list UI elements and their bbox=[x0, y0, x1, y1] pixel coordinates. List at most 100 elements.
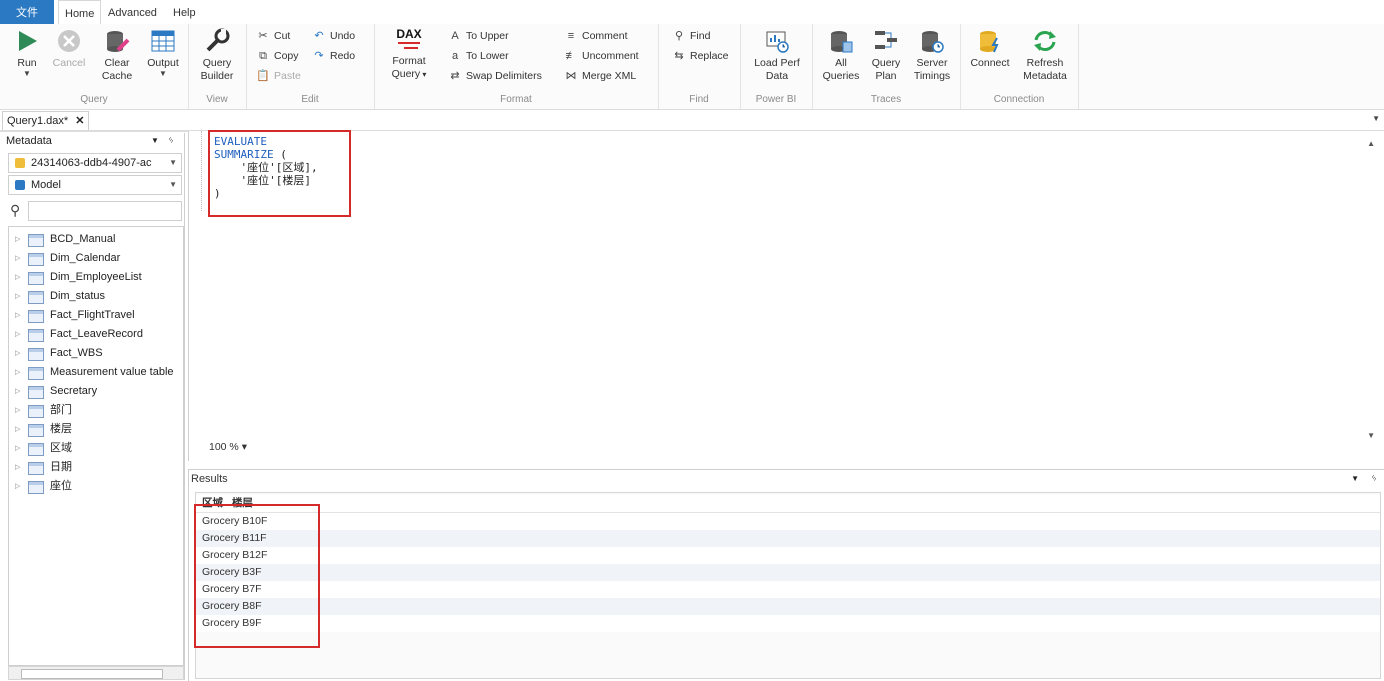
chevron-down-icon: ▼ bbox=[169, 158, 177, 167]
expand-icon[interactable]: ▷ bbox=[15, 363, 20, 382]
expand-icon[interactable]: ▷ bbox=[15, 287, 20, 306]
table-row[interactable]: Grocery B12F bbox=[196, 547, 1380, 564]
output-button[interactable]: Output ▼ bbox=[140, 26, 186, 78]
group-label: Power BI bbox=[755, 94, 797, 105]
server-timings-icon bbox=[919, 28, 945, 54]
scroll-down-icon[interactable]: ▼ bbox=[1367, 431, 1375, 440]
expand-icon[interactable]: ▷ bbox=[15, 306, 20, 325]
zoom-level[interactable]: 100 % ▾ bbox=[209, 441, 247, 453]
tab-home[interactable]: Home bbox=[58, 0, 102, 26]
expand-icon[interactable]: ▷ bbox=[15, 249, 20, 268]
edit-group: ✂ Cut ⧉ Copy 📋 Paste ↶ Undo ↷ Redo Edit bbox=[246, 24, 375, 109]
paste-icon: 📋 bbox=[256, 70, 270, 82]
all-queries-button[interactable]: All Queries bbox=[818, 26, 864, 83]
expand-icon[interactable]: ▷ bbox=[15, 458, 20, 477]
close-icon[interactable]: ✕ bbox=[75, 115, 84, 127]
chevron-down-icon[interactable]: ▼ bbox=[1372, 114, 1380, 123]
query-builder-button[interactable]: Query Builder bbox=[194, 26, 240, 83]
chevron-down-icon: ▼ bbox=[23, 69, 31, 78]
to-lower-button[interactable]: a To Lower bbox=[448, 48, 509, 64]
cut-button[interactable]: ✂ Cut bbox=[256, 28, 290, 44]
search-icon: ⚲ bbox=[674, 30, 684, 42]
database-select[interactable]: 24314063-ddb4-4907-ac ▼ bbox=[8, 153, 182, 173]
metadata-title: Metadata bbox=[6, 135, 52, 147]
table-name: Dim_Calendar bbox=[50, 252, 121, 264]
pin-icon[interactable]: ᛃ bbox=[168, 135, 174, 146]
tab-advanced[interactable]: Advanced bbox=[102, 0, 163, 24]
to-upper-button[interactable]: A To Upper bbox=[448, 28, 508, 44]
query-plan-button[interactable]: Query Plan bbox=[864, 26, 908, 83]
table-row[interactable]: Grocery B8F bbox=[196, 598, 1380, 615]
connect-button[interactable]: Connect bbox=[966, 26, 1014, 70]
replace-icon: ⇆ bbox=[674, 50, 684, 62]
merge-icon: ⋈ bbox=[565, 70, 577, 82]
run-button[interactable]: Run ▼ bbox=[6, 26, 48, 78]
metadata-search-input[interactable] bbox=[28, 201, 182, 221]
uppercase-icon: A bbox=[451, 30, 459, 42]
uncomment-button[interactable]: ≢ Uncomment bbox=[564, 48, 639, 64]
find-group: ⚲ Find ⇆ Replace Find bbox=[658, 24, 741, 109]
view-group: Query Builder View bbox=[188, 24, 247, 109]
connection-group: Connect Refresh Metadata Connection bbox=[960, 24, 1079, 109]
scroll-thumb[interactable] bbox=[21, 669, 163, 679]
cancel-icon bbox=[56, 28, 82, 54]
expand-icon[interactable]: ▷ bbox=[15, 439, 20, 458]
table-row[interactable]: Grocery B9F bbox=[196, 615, 1380, 632]
table-row[interactable]: Grocery B7F bbox=[196, 581, 1380, 598]
server-timings-button[interactable]: Server Timings bbox=[908, 26, 956, 83]
comment-button[interactable]: ≡ Comment bbox=[564, 28, 628, 44]
tab-file[interactable]: 文件 bbox=[0, 0, 54, 24]
traces-group: All Queries Query Plan Server Timings Tr… bbox=[812, 24, 961, 109]
tab-help[interactable]: Help bbox=[167, 0, 202, 24]
table-row[interactable]: Grocery B11F bbox=[196, 530, 1380, 547]
expand-icon[interactable]: ▷ bbox=[15, 344, 20, 363]
clear-cache-button[interactable]: Clear Cache bbox=[94, 26, 140, 83]
undo-button[interactable]: ↶ Undo bbox=[312, 28, 355, 44]
table-icon bbox=[28, 253, 44, 266]
swap-icon: ⇄ bbox=[450, 70, 460, 82]
query-group: Run ▼ Cancel Clear Cache Output ▼ Query bbox=[0, 24, 189, 109]
expand-icon[interactable]: ▷ bbox=[15, 420, 20, 439]
model-select[interactable]: Model ▼ bbox=[8, 175, 182, 195]
table-icon bbox=[28, 481, 44, 494]
table-row[interactable]: Grocery B3F bbox=[196, 564, 1380, 581]
table-row[interactable]: Grocery B10F bbox=[196, 513, 1380, 530]
replace-button[interactable]: ⇆ Replace bbox=[672, 48, 728, 64]
expand-icon[interactable]: ▷ bbox=[15, 382, 20, 401]
chevron-down-icon[interactable]: ▼ bbox=[1351, 474, 1359, 483]
table-icon bbox=[28, 310, 44, 323]
chevron-down-icon[interactable]: ▼ bbox=[151, 136, 159, 145]
document-tab-strip bbox=[0, 110, 1384, 132]
refresh-metadata-button[interactable]: Refresh Metadata bbox=[1016, 26, 1074, 83]
table-name: 部门 bbox=[50, 404, 72, 416]
scroll-up-icon[interactable]: ▲ bbox=[1367, 139, 1375, 148]
expand-icon[interactable]: ▷ bbox=[15, 477, 20, 496]
expand-icon[interactable]: ▷ bbox=[15, 268, 20, 287]
ribbon: Run ▼ Cancel Clear Cache Output ▼ Query bbox=[0, 24, 1384, 110]
expand-icon[interactable]: ▷ bbox=[15, 230, 20, 249]
group-label: Query bbox=[80, 94, 108, 105]
format-query-button[interactable]: DAX Format Query ▾ bbox=[384, 26, 434, 81]
pin-icon[interactable]: ᛃ bbox=[1371, 473, 1377, 484]
load-perf-data-button[interactable]: Load Perf Data bbox=[750, 26, 804, 83]
expand-icon[interactable]: ▷ bbox=[15, 325, 20, 344]
tree-hscrollbar[interactable] bbox=[8, 666, 184, 680]
table-icon bbox=[28, 291, 44, 304]
uncomment-icon: ≢ bbox=[565, 50, 577, 62]
swap-delimiters-button[interactable]: ⇄ Swap Delimiters bbox=[448, 68, 541, 84]
query-editor[interactable]: EVALUATE SUMMARIZE ( '座位'[区域], '座位'[楼层] … bbox=[188, 131, 1384, 461]
copy-button[interactable]: ⧉ Copy bbox=[256, 48, 298, 64]
group-label: Format bbox=[500, 94, 532, 105]
search-icon: ⚲ bbox=[10, 202, 21, 218]
merge-xml-button[interactable]: ⋈ Merge XML bbox=[564, 68, 637, 84]
paste-button[interactable]: 📋 Paste bbox=[256, 68, 301, 84]
table-name: 楼层 bbox=[50, 423, 72, 435]
undo-icon: ↶ bbox=[314, 30, 324, 42]
cancel-button[interactable]: Cancel bbox=[48, 26, 90, 70]
find-button[interactable]: ⚲ Find bbox=[672, 28, 710, 44]
redo-button[interactable]: ↷ Redo bbox=[312, 48, 355, 64]
comment-icon: ≡ bbox=[567, 30, 575, 42]
cube-icon bbox=[15, 180, 25, 190]
expand-icon[interactable]: ▷ bbox=[15, 401, 20, 420]
document-tab[interactable]: Query1.dax* ✕ bbox=[2, 111, 90, 130]
